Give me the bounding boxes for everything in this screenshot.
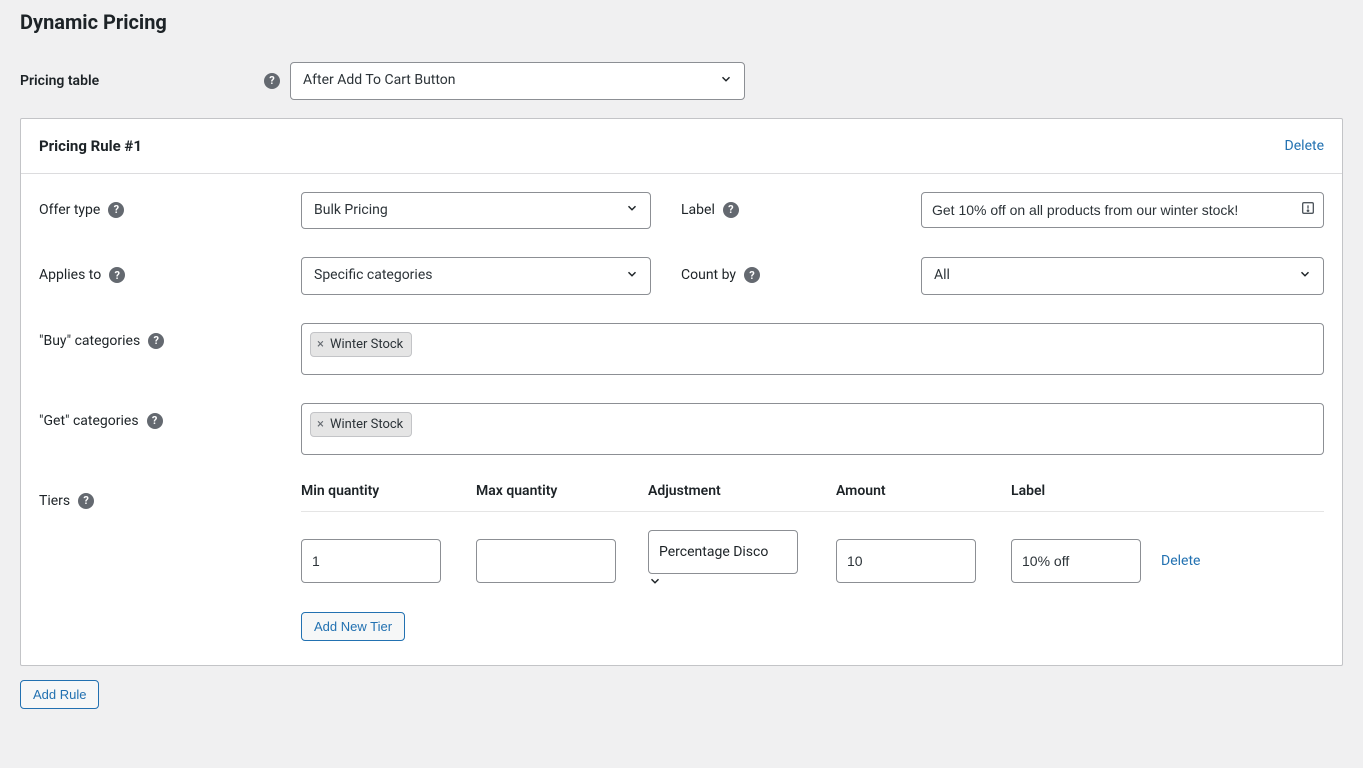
buy-categories-label: "Buy" categories (39, 333, 140, 349)
tiers-col-adj: Adjustment (648, 483, 836, 499)
help-icon[interactable]: ? (744, 267, 760, 283)
delete-rule-link[interactable]: Delete (1285, 138, 1324, 154)
tiers-col-amt: Amount (836, 483, 1011, 499)
pricing-rule-panel: Pricing Rule #1 Delete Offer type ? Bulk… (20, 118, 1343, 666)
pricing-table-select[interactable]: After Add To Cart Button (290, 62, 745, 100)
count-by-value: All (934, 266, 950, 286)
rule-title: Pricing Rule #1 (39, 137, 142, 155)
tier-min-input[interactable] (301, 539, 441, 583)
offer-type-select[interactable]: Bulk Pricing (301, 192, 651, 230)
offer-type-label: Offer type (39, 202, 100, 218)
tiers-col-lbl: Label (1011, 483, 1161, 499)
help-icon[interactable]: ? (147, 413, 163, 429)
buy-categories-input[interactable]: × Winter Stock (301, 323, 1324, 375)
applies-to-label: Applies to (39, 267, 101, 283)
tag-label: Winter Stock (330, 337, 403, 352)
pricing-table-label: Pricing table (20, 73, 99, 89)
help-icon[interactable]: ? (264, 73, 280, 89)
tier-label-input[interactable] (1011, 539, 1141, 583)
rule-header: Pricing Rule #1 Delete (21, 119, 1342, 174)
tier-amount-input[interactable] (836, 539, 976, 583)
help-icon[interactable]: ? (109, 267, 125, 283)
help-icon[interactable]: ? (723, 202, 739, 218)
tiers-table: Min quantity Max quantity Adjustment Amo… (301, 483, 1324, 641)
help-icon[interactable]: ? (78, 493, 94, 509)
close-icon[interactable]: × (317, 418, 324, 431)
tier-adjustment-value: Percentage Discount (659, 544, 769, 560)
page-title: Dynamic Pricing (20, 0, 1343, 62)
tier-row: Percentage Discount (301, 530, 1324, 592)
tier-adjustment-select[interactable]: Percentage Discount (648, 530, 798, 574)
get-categories-label: "Get" categories (39, 413, 139, 429)
add-tier-button[interactable]: Add New Tier (301, 612, 405, 641)
tiers-label: Tiers (39, 493, 70, 509)
get-categories-input[interactable]: × Winter Stock (301, 403, 1324, 455)
help-icon[interactable]: ? (148, 333, 164, 349)
count-by-label: Count by (681, 267, 736, 283)
tag-chip[interactable]: × Winter Stock (310, 332, 412, 357)
add-rule-button[interactable]: Add Rule (20, 680, 99, 709)
label-field-label: Label (681, 202, 715, 218)
help-icon[interactable]: ? (108, 202, 124, 218)
tiers-col-min: Min quantity (301, 483, 476, 499)
offer-type-value: Bulk Pricing (314, 201, 388, 221)
pricing-table-row: Pricing table ? After Add To Cart Button (20, 62, 1343, 100)
tag-chip[interactable]: × Winter Stock (310, 412, 412, 437)
pricing-table-select-value: After Add To Cart Button (303, 71, 456, 91)
delete-tier-link[interactable]: Delete (1161, 553, 1200, 569)
tag-label: Winter Stock (330, 417, 403, 432)
autofill-icon (1300, 200, 1316, 220)
chevron-down-icon (648, 576, 662, 592)
count-by-select[interactable]: All (921, 257, 1324, 295)
tier-max-input[interactable] (476, 539, 616, 583)
close-icon[interactable]: × (317, 338, 324, 351)
applies-to-value: Specific categories (314, 266, 432, 286)
applies-to-select[interactable]: Specific categories (301, 257, 651, 295)
label-input[interactable] (921, 192, 1324, 228)
tiers-col-max: Max quantity (476, 483, 648, 499)
